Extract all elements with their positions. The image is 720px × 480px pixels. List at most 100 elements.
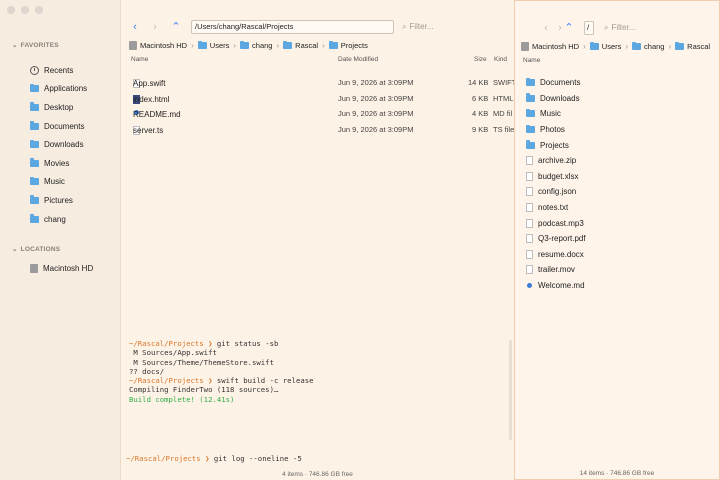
path-input[interactable]: /Users/chang/Rascal/Projects — [191, 20, 394, 34]
up-arrow-icon[interactable]: ⌃ — [562, 19, 576, 37]
folder-icon — [526, 77, 535, 87]
breadcrumb-projects[interactable]: Projects — [328, 40, 368, 50]
sidebar-item-music[interactable]: Music — [30, 173, 87, 192]
table-row[interactable]: index.html Jun 9, 2026 at 3:09PM 6 KB HT… — [121, 90, 514, 106]
list-item[interactable]: trailer.mov — [526, 262, 719, 278]
folder-icon — [30, 83, 39, 93]
chevron-right-icon: › — [276, 41, 280, 50]
zip-file-icon — [526, 156, 533, 166]
column-headers: Name Date Modified Size Kind — [121, 56, 514, 67]
sidebar-item-pictures[interactable]: Pictures — [30, 191, 87, 210]
sidebar-item-downloads[interactable]: Downloads — [30, 135, 87, 154]
back-button[interactable]: ‹ — [539, 19, 553, 37]
list-item[interactable]: config.json — [526, 184, 719, 200]
chevron-right-icon: › — [322, 41, 325, 50]
list-item[interactable]: Welcome.md — [526, 278, 719, 294]
list-item[interactable]: Downloads — [526, 91, 719, 107]
folder-icon — [526, 140, 535, 149]
column-name[interactable]: Name — [131, 56, 148, 63]
filter-field[interactable]: ⌕ Filter... — [402, 18, 434, 36]
status-bar: 4 items · 746.86 GB free — [282, 471, 353, 478]
breadcrumb: Macintosh HD › Users › chang › Rascal — [521, 41, 710, 51]
zoom-window-button[interactable] — [35, 6, 43, 14]
list-item[interactable]: budget.xlsx — [526, 169, 719, 185]
folder-icon — [632, 41, 642, 50]
locations-list: Macintosh HD — [30, 259, 93, 278]
column-size[interactable]: Size — [474, 56, 487, 63]
table-row[interactable]: App.swift Jun 9, 2026 at 3:09PM 14 KB SW… — [121, 74, 516, 90]
folder-icon — [526, 93, 535, 102]
breadcrumb-chang[interactable]: chang — [632, 41, 664, 51]
minimize-window-button[interactable] — [21, 6, 29, 14]
list-item[interactable]: Music — [526, 106, 719, 122]
folder-icon — [30, 195, 39, 204]
folder-icon — [30, 214, 39, 223]
list-item[interactable]: resume.docx — [526, 247, 719, 263]
breadcrumb-macintosh-hd[interactable]: Macintosh HD — [521, 42, 579, 51]
forward-button[interactable]: › — [148, 18, 162, 36]
column-date-modified[interactable]: Date Modified — [338, 56, 378, 63]
filter-icon: ⌕ — [402, 22, 407, 31]
left-toolbar: ‹ › ⌃ /Users/chang/Rascal/Projects ⌕ Fil… — [121, 18, 514, 36]
sidebar-item-recents[interactable]: Recents — [30, 61, 87, 80]
terminal-input[interactable]: ~/Rascal/Projects ❯ git log --oneline -5 — [126, 454, 302, 463]
chevron-right-icon: › — [583, 42, 586, 51]
markdown-file-icon — [527, 283, 532, 289]
folder-icon — [283, 40, 293, 49]
folder-icon — [30, 121, 39, 130]
folder-icon — [30, 139, 39, 149]
text-file-icon — [526, 203, 533, 213]
chevron-right-icon: › — [668, 42, 672, 51]
sidebar-item-desktop[interactable]: Desktop — [30, 98, 87, 117]
back-button[interactable]: ‹ — [128, 18, 142, 36]
document-file-icon — [526, 249, 533, 259]
pdf-file-icon — [526, 234, 533, 244]
list-item[interactable]: Documents — [526, 75, 719, 91]
breadcrumb-users[interactable]: Users — [197, 40, 229, 50]
sidebar-item-applications[interactable]: Applications — [30, 80, 87, 99]
terminal-scrollbar[interactable] — [509, 340, 512, 440]
sidebar-item-chang[interactable]: chang — [30, 210, 87, 229]
breadcrumb-users[interactable]: Users — [589, 41, 621, 51]
chevron-right-icon: › — [625, 42, 629, 51]
status-bar: 14 items · 746.86 GB free — [579, 470, 655, 477]
favorites-section-header[interactable]: ⌄ FAVORITES — [12, 41, 59, 50]
chevron-down-icon: ⌄ — [12, 42, 18, 49]
folder-icon — [30, 158, 39, 167]
locations-section-header[interactable]: ⌄ LOCATIONS — [12, 245, 60, 254]
column-kind[interactable]: Kind — [494, 56, 507, 63]
filter-icon: ⌕ — [604, 23, 609, 32]
list-item[interactable]: notes.txt — [526, 200, 719, 216]
terminal-output: ~/Rascal/Projects ❯ git status -sb M Sou… — [129, 339, 314, 404]
right-pane: ‹ › ⌃ / ⌕ Filter... Macintosh HD › Users… — [514, 0, 720, 480]
path-input[interactable]: / — [584, 21, 594, 35]
folder-icon — [30, 102, 39, 111]
chevron-down-icon: ⌄ — [12, 246, 18, 253]
filter-field[interactable]: ⌕ Filter... — [604, 19, 636, 37]
chevron-right-icon: › — [233, 41, 237, 50]
close-window-button[interactable] — [7, 6, 15, 14]
table-row[interactable]: server.ts Jun 9, 2026 at 3:09PM 9 KB TS … — [121, 121, 514, 137]
breadcrumb-rascal[interactable]: Rascal — [675, 41, 710, 51]
favorites-list: Recents Applications Desktop Documents D… — [30, 61, 87, 228]
folder-icon — [589, 41, 599, 50]
list-item[interactable]: archive.zip — [526, 153, 719, 169]
list-item[interactable]: Q3-report.pdf — [526, 231, 719, 247]
breadcrumb-macintosh-hd[interactable]: Macintosh HD — [129, 41, 187, 50]
disk-icon — [129, 41, 137, 50]
up-arrow-icon[interactable]: ⌃ — [169, 18, 183, 36]
clock-icon — [30, 65, 39, 75]
sidebar-item-macintosh-hd[interactable]: Macintosh HD — [30, 259, 93, 278]
sidebar-item-documents[interactable]: Documents — [30, 117, 87, 136]
column-name[interactable]: Name — [523, 57, 540, 64]
breadcrumb-chang[interactable]: chang — [240, 40, 272, 50]
table-row[interactable]: README.md Jun 9, 2026 at 3:09PM 4 KB MD … — [121, 105, 514, 121]
list-item[interactable]: Photos — [526, 122, 719, 138]
breadcrumb-rascal[interactable]: Rascal — [283, 40, 318, 50]
list-item[interactable]: podcast.mp3 — [526, 215, 719, 231]
sidebar-item-movies[interactable]: Movies — [30, 154, 87, 173]
list-item[interactable]: Projects — [526, 137, 719, 153]
folder-icon — [240, 40, 250, 49]
video-file-icon — [526, 265, 533, 275]
audio-file-icon — [526, 218, 533, 228]
